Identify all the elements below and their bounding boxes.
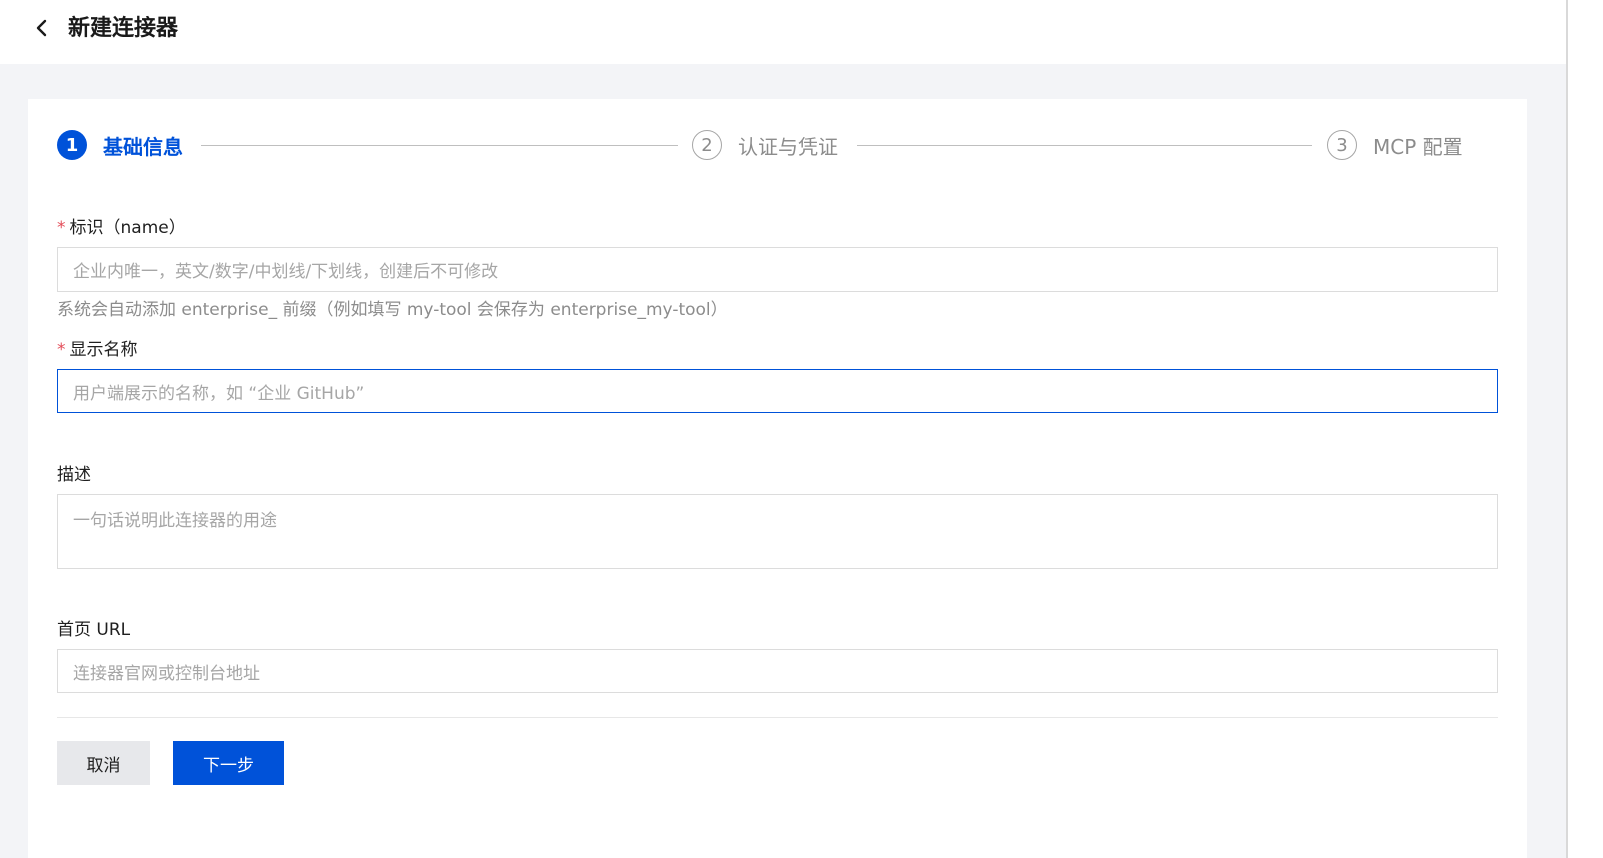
step-label: MCP 配置 [1373, 134, 1463, 159]
display-name-label-text: 显示名称 [69, 340, 138, 360]
name-input[interactable]: 企业内唯一，英文/数字/中划线/下划线，创建后不可修改 [57, 247, 1498, 292]
scrollbar-track [1566, 0, 1568, 858]
display-name-input[interactable]: 用户端展示的名称，如 “企业 GitHub” [57, 369, 1498, 413]
step-number: 3 [1327, 130, 1357, 160]
stepper: 1 基础信息 2 认证与凭证 3 MCP 配置 [57, 128, 1497, 162]
step-connector [857, 145, 1312, 146]
step-label: 认证与凭证 [738, 134, 838, 159]
page-title: 新建连接器 [68, 16, 179, 41]
step-auth[interactable]: 2 认证与凭证 [692, 128, 838, 162]
page-header: 新建连接器 [0, 0, 1566, 64]
form-card: 1 基础信息 2 认证与凭证 3 MCP 配置 * 标识（name） 企业内唯一，… [28, 99, 1527, 858]
step-basic-info[interactable]: 1 基础信息 [57, 128, 183, 162]
cancel-button[interactable]: 取消 [57, 741, 150, 785]
name-placeholder: 企业内唯一，英文/数字/中划线/下划线，创建后不可修改 [73, 262, 499, 282]
step-number: 2 [692, 130, 722, 160]
display-name-placeholder: 用户端展示的名称，如 “企业 GitHub” [73, 383, 365, 404]
homepage-url-input[interactable]: 连接器官网或控制台地址 [57, 649, 1498, 693]
required-mark: * [57, 218, 66, 238]
name-label: * 标识（name） [57, 213, 186, 238]
display-name-label: * 显示名称 [57, 335, 138, 360]
back-button[interactable] [28, 14, 56, 42]
homepage-url-placeholder: 连接器官网或控制台地址 [73, 663, 260, 684]
next-step-button[interactable]: 下一步 [173, 741, 284, 785]
step-connector [201, 145, 678, 146]
required-mark: * [57, 340, 66, 360]
name-help-text: 系统会自动添加 enterprise_ 前缀（例如填写 my-tool 会保存为… [57, 300, 728, 320]
description-placeholder: 一句话说明此连接器的用途 [73, 511, 277, 531]
step-label: 基础信息 [103, 134, 183, 159]
description-textarea[interactable]: 一句话说明此连接器的用途 [57, 494, 1498, 569]
name-label-text: 标识（name） [69, 218, 186, 238]
divider [57, 717, 1498, 718]
description-label: 描述 [57, 465, 91, 485]
step-mcp-config[interactable]: 3 MCP 配置 [1327, 128, 1463, 162]
scrollbar[interactable] [1566, 0, 1603, 858]
homepage-url-label: 首页 URL [57, 620, 131, 640]
step-number: 1 [57, 130, 87, 160]
chevron-left-icon [36, 19, 47, 37]
